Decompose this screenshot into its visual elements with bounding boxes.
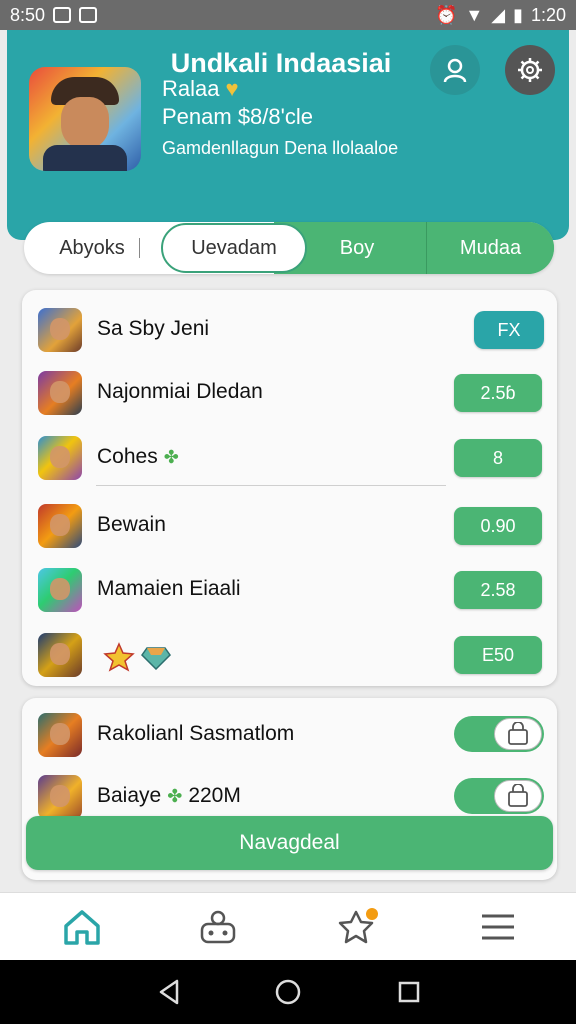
star-icon (103, 642, 135, 672)
game-list-card: Sa Sby Jeni FX Najonmiai Dledan 2.5ɓ Coh… (22, 290, 557, 686)
settings-card: Rakolianl Sasmatlom Baiaye ✤ 220M Navagd… (22, 698, 557, 880)
game-thumbnail-icon (38, 633, 82, 677)
profile-avatar[interactable] (29, 67, 141, 171)
list-item-value-button[interactable]: 2.5ɓ (454, 374, 542, 412)
app-notification-icon (53, 7, 72, 23)
system-recents-button[interactable] (394, 977, 424, 1007)
nav-games[interactable] (196, 905, 240, 949)
list-item-label: Sa Sby Jeni (97, 317, 210, 340)
list-item[interactable]: E50 (22, 620, 557, 680)
tab-bar: Abyoks Uevadam Boy Mudaa (24, 222, 554, 274)
game-thumbnail-icon (38, 436, 82, 480)
list-item[interactable]: Mamaien Eiaali 2.58 (22, 555, 557, 615)
profile-name-text: Ralaa (162, 76, 220, 101)
tab-abyoks[interactable]: Abyoks (24, 222, 160, 274)
settings-item[interactable]: Rakolianl Sasmatlom (22, 700, 557, 760)
list-item[interactable]: Sa Sby Jeni FX (22, 295, 557, 355)
list-item-value-button[interactable]: 0.90 (454, 507, 542, 545)
tab-boy[interactable]: Boy (288, 222, 426, 274)
menu-icon (482, 914, 514, 940)
system-home-button[interactable] (273, 977, 303, 1007)
clover-icon: ✤ (163, 446, 179, 467)
home-icon (64, 910, 100, 945)
clover-icon: ✤ (167, 785, 183, 806)
profile-name: Ralaa ♥ (162, 76, 239, 102)
game-thumbnail-icon (38, 775, 82, 819)
nav-home[interactable] (60, 905, 104, 949)
home-circle-icon (275, 979, 301, 1005)
battery-icon: ▮ (513, 4, 523, 25)
signal-icon: ◢ (491, 4, 506, 25)
controller-icon (200, 910, 236, 944)
settings-toggle[interactable] (454, 716, 544, 752)
toggle-knob (494, 718, 542, 750)
game-thumbnail-icon (38, 371, 82, 415)
game-thumbnail-icon (38, 504, 82, 548)
settings-item-extra: 220M (188, 784, 241, 807)
list-item-action-button[interactable]: FX (474, 311, 544, 349)
list-item[interactable]: Cohes ✤ 8 (22, 423, 557, 483)
back-icon (159, 979, 179, 1005)
list-item-label (97, 642, 171, 672)
recents-icon (398, 981, 420, 1003)
toggle-knob (494, 780, 542, 812)
list-item-value-button[interactable]: 8 (454, 439, 542, 477)
list-item-value-button[interactable]: 2.58 (454, 571, 542, 609)
game-thumbnail-icon (38, 568, 82, 612)
settings-toggle[interactable] (454, 778, 544, 814)
profile-subtitle: Gamdenllagun Dena llolaaloe (162, 138, 399, 158)
status-bar: 8:50 ⏰ ▼ ◢ ▮ 1:20 (0, 0, 576, 30)
list-item-label-text: Cohes (97, 445, 158, 468)
settings-item-label: Baiaye ✤ 220M (97, 784, 241, 808)
heart-icon: ♥ (225, 76, 239, 101)
game-thumbnail-icon (38, 713, 82, 757)
wifi-icon: ▼ (465, 4, 484, 25)
list-item-label: Bewain (97, 513, 166, 536)
list-item[interactable]: Bewain 0.90 (22, 491, 557, 551)
settings-item-label-text: Baiaye (97, 784, 162, 807)
nav-favorites[interactable] (336, 905, 380, 949)
game-thumbnail-icon (38, 308, 82, 352)
settings-item[interactable]: Baiaye ✤ 220M (22, 762, 557, 822)
list-divider (96, 485, 446, 486)
primary-action-button[interactable]: Navagdeal (26, 816, 553, 870)
bottom-navigation (0, 892, 576, 960)
lock-icon (508, 722, 528, 745)
nav-menu[interactable] (476, 905, 520, 949)
list-item[interactable]: Najonmiai Dledan 2.5ɓ (22, 358, 557, 418)
gem-icon (141, 647, 171, 670)
photo-notification-icon (79, 7, 98, 23)
tab-mudaa[interactable]: Mudaa (426, 222, 554, 274)
alarm-icon: ⏰ (434, 4, 458, 25)
status-time-right: 1:20 (530, 4, 566, 25)
status-time-left: 8:50 (10, 4, 46, 25)
star-badge-icon (338, 908, 378, 944)
list-item-value-button[interactable]: E50 (454, 636, 542, 674)
system-back-button[interactable] (154, 977, 184, 1007)
list-item-label: Najonmiai Dledan (97, 380, 263, 403)
system-navigation-bar (0, 960, 576, 1024)
tab-uevadam[interactable]: Uevadam (161, 223, 307, 273)
lock-icon (508, 784, 528, 807)
profile-balance: Penam $8/8'cle (162, 104, 313, 129)
list-item-label: Mamaien Eiaali (97, 577, 241, 600)
list-item-label: Cohes ✤ (97, 445, 179, 469)
settings-item-label: Rakolianl Sasmatlom (97, 722, 295, 745)
